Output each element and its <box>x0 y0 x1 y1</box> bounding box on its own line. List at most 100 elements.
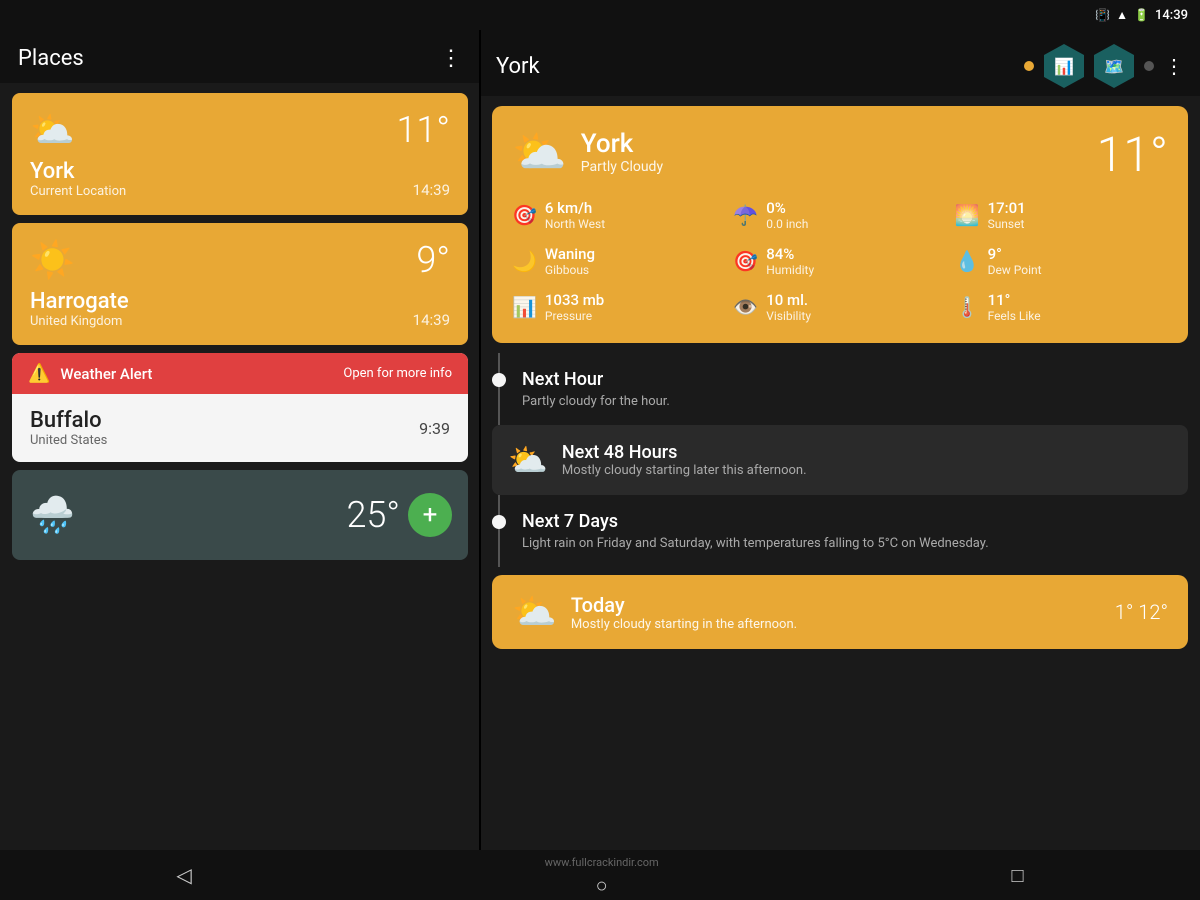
next-7-item[interactable]: Next 7 Days Light rain on Friday and Sat… <box>492 495 1188 567</box>
next-hour-item[interactable]: Next Hour Partly cloudy for the hour. <box>492 353 1188 425</box>
humidity-label: Humidity <box>766 263 814 277</box>
status-bar: 📳 ▲ 🔋 14:39 <box>0 0 1200 30</box>
feelslike-value: 11° <box>988 291 1041 309</box>
wind-label: North West <box>545 217 605 231</box>
main-city-condition: Partly Cloudy <box>581 159 663 175</box>
rain-label: 0.0 inch <box>766 217 808 231</box>
visibility-label: Visibility <box>766 309 811 323</box>
wind-icon: 🎯 <box>512 203 537 227</box>
map-hex-icon[interactable]: 🗺️ <box>1094 44 1134 88</box>
harrogate-card[interactable]: ☀️ 9° Harrogate United Kingdom 14:39 <box>12 223 468 345</box>
buffalo-card[interactable]: ⚠️ Weather Alert Open for more info Buff… <box>12 353 468 462</box>
status-time: 14:39 <box>1155 8 1188 23</box>
today-desc: Mostly cloudy starting in the afternoon. <box>571 617 797 632</box>
last-weather-card[interactable]: 🌧️ 25° + <box>12 470 468 560</box>
york-weather-icon: ⛅ <box>30 109 75 151</box>
next-48-card[interactable]: ⛅ Next 48 Hours Mostly cloudy starting l… <box>492 425 1188 495</box>
york-card[interactable]: ⛅ 11° York Current Location 14:39 <box>12 93 468 215</box>
today-temps: 1° 12° <box>1115 600 1168 624</box>
pressure-value: 1033 mb <box>545 291 604 309</box>
timeline-dot-2 <box>492 515 506 529</box>
places-menu-icon[interactable]: ⋮ <box>440 46 462 71</box>
timeline-section-2: Next 7 Days Light rain on Friday and Sat… <box>480 495 1200 567</box>
buffalo-content: Buffalo United States 9:39 <box>12 394 468 462</box>
york-temp: 11° <box>396 109 450 151</box>
detail-feelslike: 🌡️ 11° Feels Like <box>955 291 1168 323</box>
main-weather-icon: ⛅ <box>512 126 567 178</box>
map-icon: 🗺️ <box>1104 57 1124 76</box>
pressure-icon: 📊 <box>512 295 537 319</box>
rain-value: 0% <box>766 199 808 217</box>
right-menu-dots[interactable]: ⋮ <box>1164 54 1184 78</box>
detail-dew: 💧 9° Dew Point <box>955 245 1168 277</box>
pressure-label: Pressure <box>545 309 604 323</box>
today-icon: ⛅ <box>512 591 557 633</box>
today-card[interactable]: ⛅ Today Mostly cloudy starting in the af… <box>492 575 1188 649</box>
today-title: Today <box>571 593 797 617</box>
next-7-desc: Light rain on Friday and Saturday, with … <box>522 536 1188 551</box>
bar-chart-icon: 📊 <box>1054 57 1074 76</box>
dew-value: 9° <box>988 245 1042 263</box>
next-48-desc: Mostly cloudy starting later this aftern… <box>562 463 807 478</box>
home-button[interactable]: ○ <box>596 873 608 897</box>
add-place-button[interactable]: + <box>408 493 452 537</box>
alert-triangle-icon: ⚠️ <box>28 363 50 384</box>
last-weather-icon: 🌧️ <box>30 494 75 536</box>
dot-indicator-1 <box>1024 61 1034 71</box>
vibrate-icon: 📳 <box>1095 8 1110 22</box>
right-title: York <box>496 54 540 79</box>
next-hour-content: Next Hour Partly cloudy for the hour. <box>522 369 1188 409</box>
timeline-section: Next Hour Partly cloudy for the hour. <box>480 353 1200 425</box>
detail-visibility: 👁️ 10 ml. Visibility <box>733 291 946 323</box>
recent-button[interactable]: □ <box>1011 863 1023 888</box>
main-york-card[interactable]: ⛅ York Partly Cloudy 11° 🎯 6 km/h North … <box>492 106 1188 343</box>
next-hour-title: Next Hour <box>522 369 1188 390</box>
places-list: ⛅ 11° York Current Location 14:39 ☀️ 9° … <box>0 83 480 850</box>
back-button[interactable]: ◁ <box>176 863 191 887</box>
weather-alert-banner[interactable]: ⚠️ Weather Alert Open for more info <box>12 353 468 394</box>
right-header-icons: 📊 🗺️ ⋮ <box>1024 44 1184 88</box>
humidity-icon: 🎯 <box>733 249 758 273</box>
sunset-value: 17:01 <box>988 199 1026 217</box>
add-icon: + <box>423 500 438 530</box>
alert-text: Weather Alert <box>60 365 152 383</box>
thermometer-icon: 🌡️ <box>955 295 980 319</box>
york-subtitle: Current Location <box>30 184 126 199</box>
alert-open-text[interactable]: Open for more info <box>343 366 452 381</box>
main-temp: 11° <box>1097 126 1168 183</box>
visibility-value: 10 ml. <box>766 291 811 309</box>
visibility-icon: 👁️ <box>733 295 758 319</box>
bottom-nav-bar: ◁ www.fullcrackindir.com ○ □ <box>0 850 1200 900</box>
york-time: 14:39 <box>413 181 450 199</box>
weather-details: 🎯 6 km/h North West ☂️ 0% 0.0 inch 🌅 17:… <box>512 199 1168 323</box>
left-panel: Places ⋮ ⛅ 11° York Current Location 14:… <box>0 30 480 850</box>
next-7-title: Next 7 Days <box>522 511 1188 532</box>
detail-humidity: 🎯 84% Humidity <box>733 245 946 277</box>
next-48-icon: ⛅ <box>508 441 548 479</box>
buffalo-country: United States <box>30 433 107 448</box>
bar-chart-hex-icon[interactable]: 📊 <box>1044 44 1084 88</box>
today-left: ⛅ Today Mostly cloudy starting in the af… <box>512 591 797 633</box>
next-48-title: Next 48 Hours <box>562 442 807 463</box>
harrogate-subtitle: United Kingdom <box>30 314 129 329</box>
today-temp-high: 12° <box>1138 600 1168 624</box>
york-city: York <box>30 159 126 184</box>
sunset-icon: 🌅 <box>955 203 980 227</box>
website-footer: www.fullcrackindir.com <box>545 852 659 873</box>
wifi-icon: ▲ <box>1116 8 1128 22</box>
buffalo-time: 9:39 <box>419 419 450 438</box>
humidity-value: 84% <box>766 245 814 263</box>
detail-pressure: 📊 1033 mb Pressure <box>512 291 725 323</box>
last-temp: 25° <box>346 494 400 536</box>
feelslike-label: Feels Like <box>988 309 1041 323</box>
left-header: Places ⋮ <box>0 30 480 83</box>
dew-label: Dew Point <box>988 263 1042 277</box>
moon-icon: 🌙 <box>512 249 537 273</box>
panel-divider <box>479 30 481 850</box>
dot-indicator-2 <box>1144 61 1154 71</box>
rain-icon: ☂️ <box>733 203 758 227</box>
harrogate-temp: 9° <box>416 239 450 281</box>
detail-sunset: 🌅 17:01 Sunset <box>955 199 1168 231</box>
detail-rain: ☂️ 0% 0.0 inch <box>733 199 946 231</box>
harrogate-weather-icon: ☀️ <box>30 239 75 281</box>
